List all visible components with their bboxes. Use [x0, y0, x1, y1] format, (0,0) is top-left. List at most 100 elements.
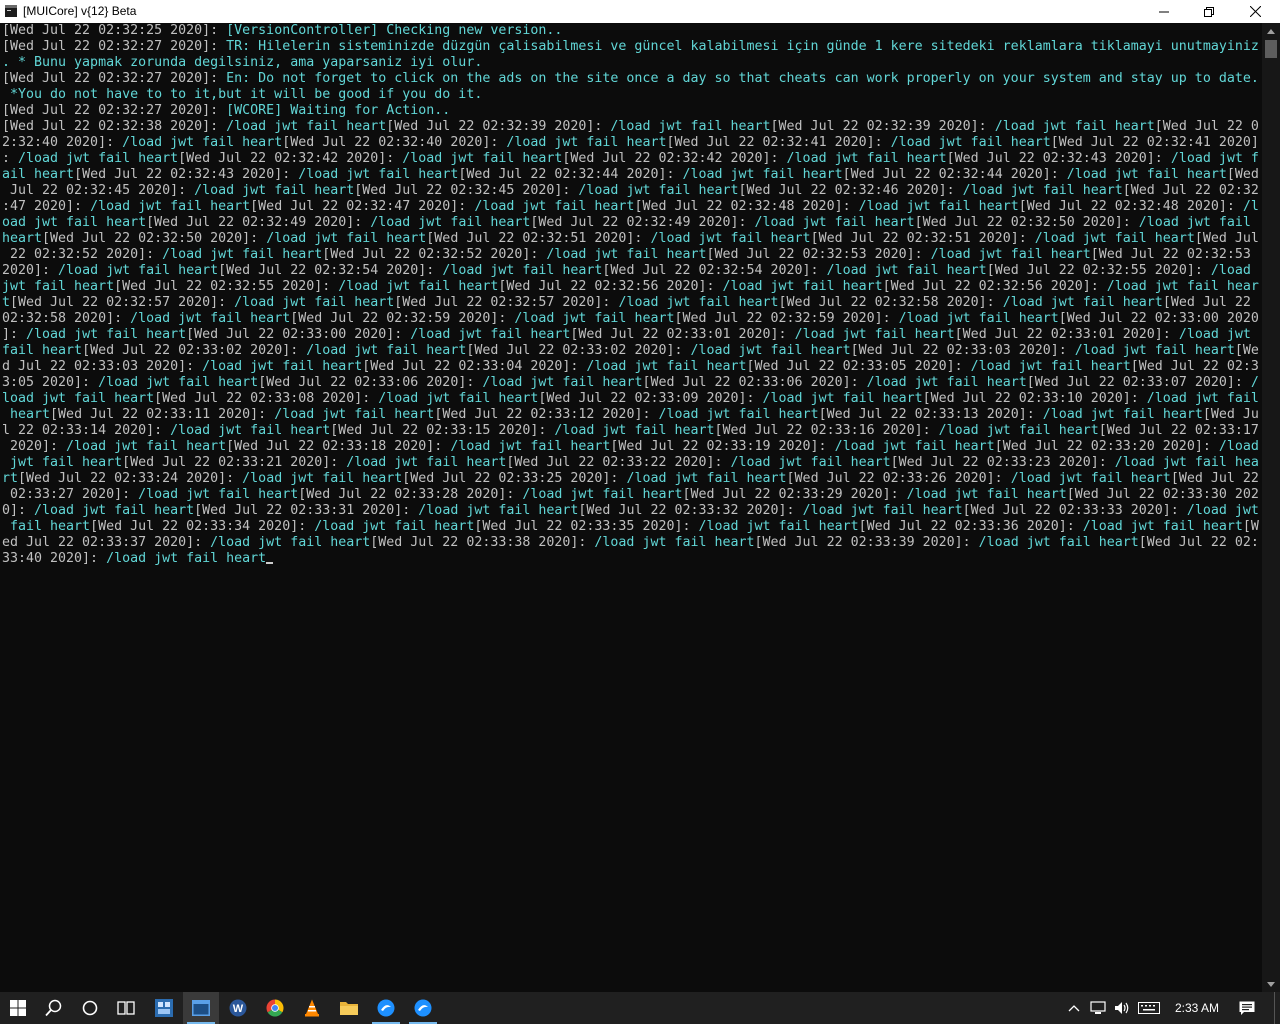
action-center-button[interactable]	[1232, 992, 1262, 1024]
show-desktop-button[interactable]	[1274, 992, 1280, 1024]
log-timestamp: 2020]:	[2, 439, 67, 454]
vlc-icon	[305, 999, 319, 1017]
log-timestamp: 02:32:58 2020]:	[2, 311, 131, 326]
scroll-up-arrow[interactable]	[1262, 23, 1280, 39]
tray-overflow-button[interactable]	[1064, 992, 1084, 1024]
start-button[interactable]	[0, 992, 36, 1024]
log-message: /load jwt fail heart	[930, 247, 1091, 262]
log-timestamp: [Wed Jul 22 02:32:54 2020]:	[602, 263, 827, 278]
log-message: /load jwt fail heart	[994, 119, 1155, 134]
log-message: /load jwt fail	[1138, 215, 1259, 230]
log-timestamp: [Wed Jul 22 02:32:39 2020]:	[386, 119, 611, 134]
chevron-up-icon	[1267, 28, 1275, 34]
log-timestamp: [Wed Jul 22 02:33:32 2020]:	[578, 503, 803, 518]
log-message: /load jwt fail heart	[242, 471, 403, 486]
windows-start-icon	[10, 1000, 26, 1016]
log-timestamp: [Wed Jul 22 02:32:53 2020]:	[706, 247, 931, 262]
log-message: /load jwt fail heart	[898, 311, 1059, 326]
search-button[interactable]	[36, 992, 72, 1024]
log-timestamp: [Wed Jul 22 02:32:55 2020]:	[114, 279, 339, 294]
log-timestamp: [Wed Jul 22 02:32:51 2020]:	[426, 231, 651, 246]
console-app-icon	[5, 5, 17, 17]
tray-network[interactable]	[1087, 992, 1109, 1024]
log-timestamp: [Wed Jul 22 02:33:35 2020]:	[474, 519, 699, 534]
app-blue-icon	[377, 999, 395, 1017]
log-message: /load jwt fail heart	[1074, 343, 1235, 358]
log-timestamp: [Wed Jul 22 02:32:49 2020]:	[530, 215, 755, 230]
log-timestamp: [Wed Jul 22 02:32:43 2020]:	[74, 167, 299, 182]
log-timestamp: [Wed Jul 22 02:33:17	[1098, 423, 1259, 438]
scroll-down-arrow[interactable]	[1262, 976, 1280, 992]
log-message: . * Bunu yapmak zorunda degilsiniz, ama …	[2, 55, 483, 70]
taskbar-word[interactable]: W	[220, 992, 256, 1024]
log-message: /load jwt fail heart	[826, 263, 987, 278]
vertical-scrollbar[interactable]	[1262, 23, 1280, 992]
console-output[interactable]: [Wed Jul 22 02:32:25 2020]: [VersionCont…	[0, 23, 1262, 992]
log-message: /load jwt fail heart	[578, 183, 739, 198]
log-timestamp: [Wed Jul 22 02:33:22 2020]:	[506, 455, 731, 470]
taskbar-app-1[interactable]	[146, 992, 182, 1024]
log-message: /load jwt fail heart	[98, 375, 259, 390]
taskbar-app-2[interactable]	[368, 992, 404, 1024]
console-line: l 22 02:33:14 2020]: /load jwt fail hear…	[2, 423, 1259, 439]
log-timestamp: 0]:	[2, 503, 35, 518]
taskbar-chrome[interactable]	[257, 992, 293, 1024]
log-message: /load jwt fail heart	[858, 199, 1019, 214]
tray-keyboard[interactable]	[1136, 992, 1162, 1024]
folder-icon	[340, 1002, 358, 1015]
log-timestamp: [Wed Jul 22 02:33:08 2020]:	[154, 391, 379, 406]
cortana-button[interactable]	[72, 992, 108, 1024]
log-timestamp: [Wed	[1226, 167, 1259, 182]
taskbar-vlc[interactable]	[294, 992, 330, 1024]
log-timestamp: [Wed Jul 22 02:32:57 2020]:	[394, 295, 619, 310]
log-timestamp: [Wed Ju	[1202, 407, 1259, 422]
log-message: /load jwt fail heart	[554, 423, 715, 438]
log-timestamp: :47 2020]:	[2, 199, 91, 214]
log-message: ail heart	[2, 167, 75, 182]
log-message: En: Do not forget to click on the ads on…	[226, 71, 1259, 86]
log-message: /load jwt fail heart	[162, 247, 323, 262]
log-message: /load jwt fail heart	[34, 503, 195, 518]
log-message: /load jwt fail heart	[970, 359, 1131, 374]
taskbar-file-explorer[interactable]	[331, 992, 367, 1024]
title-bar[interactable]: [MUICore] v{12} Beta	[0, 0, 1280, 23]
task-view-button[interactable]	[108, 992, 144, 1024]
taskbar-clock[interactable]: 2:33 AM	[1168, 992, 1226, 1024]
scrollbar-thumb[interactable]	[1265, 40, 1277, 58]
console-line: 33:40 2020]: /load jwt fail heart	[2, 551, 274, 567]
taskbar-app-3[interactable]	[405, 992, 441, 1024]
log-timestamp: [Wed Jul 22 02:33:31 2020]:	[194, 503, 419, 518]
log-message: /load jwt fail heart	[978, 535, 1139, 550]
log-message: rt	[2, 471, 19, 486]
taskbar-console-app[interactable]	[183, 992, 219, 1024]
log-timestamp: [Wed Jul 22 02:32:43 2020]:	[946, 151, 1171, 166]
log-timestamp: [Wed Jul 22 02:32:52 2020]:	[322, 247, 547, 262]
log-message: /load jwt fail heart	[802, 503, 963, 518]
log-timestamp: 02:33:27 2020]:	[2, 487, 139, 502]
log-timestamp: [Wed Jul 22 02:33:18 2020]:	[226, 439, 451, 454]
log-message: /load jwt fail heart	[226, 119, 387, 134]
log-message: /load jwt fail heart	[682, 167, 843, 182]
tray-volume[interactable]	[1111, 992, 1133, 1024]
restore-button[interactable]	[1186, 0, 1232, 23]
log-message: t	[2, 295, 11, 310]
minimize-button[interactable]	[1141, 0, 1187, 23]
console-line: 0]: /load jwt fail heart[Wed Jul 22 02:3…	[2, 503, 1259, 519]
log-message: /load jwt fail heart	[794, 327, 955, 342]
log-message: /load jwt fail heart	[346, 455, 507, 470]
console-line: fail heart[Wed Jul 22 02:33:02 2020]: /l…	[2, 343, 1259, 359]
app-blue-icon	[414, 999, 432, 1017]
log-timestamp: [Wed Jul 22 02:33:20 2020]:	[994, 439, 1219, 454]
console-line: ail heart[Wed Jul 22 02:32:43 2020]: /lo…	[2, 167, 1259, 183]
log-message: heart	[2, 231, 43, 246]
log-timestamp: [Wed Jul 22 02:33:26 2020]:	[786, 471, 1011, 486]
word-icon: W	[229, 999, 247, 1017]
console-line: Jul 22 02:32:45 2020]: /load jwt fail he…	[2, 183, 1259, 199]
log-timestamp: [Wed Jul 22 02:33:01 2020]:	[954, 327, 1179, 342]
console-line: 02:33:27 2020]: /load jwt fail heart[Wed…	[2, 487, 1259, 503]
log-timestamp: [Wed Jul 22 02:33:12 2020]:	[434, 407, 659, 422]
close-button[interactable]	[1232, 0, 1278, 23]
console-line: 02:32:58 2020]: /load jwt fail heart[Wed…	[2, 311, 1259, 327]
log-message: /load jwt fail	[1146, 391, 1259, 406]
log-timestamp: [Wed Jul 22 02:33:33 2020]:	[962, 503, 1187, 518]
